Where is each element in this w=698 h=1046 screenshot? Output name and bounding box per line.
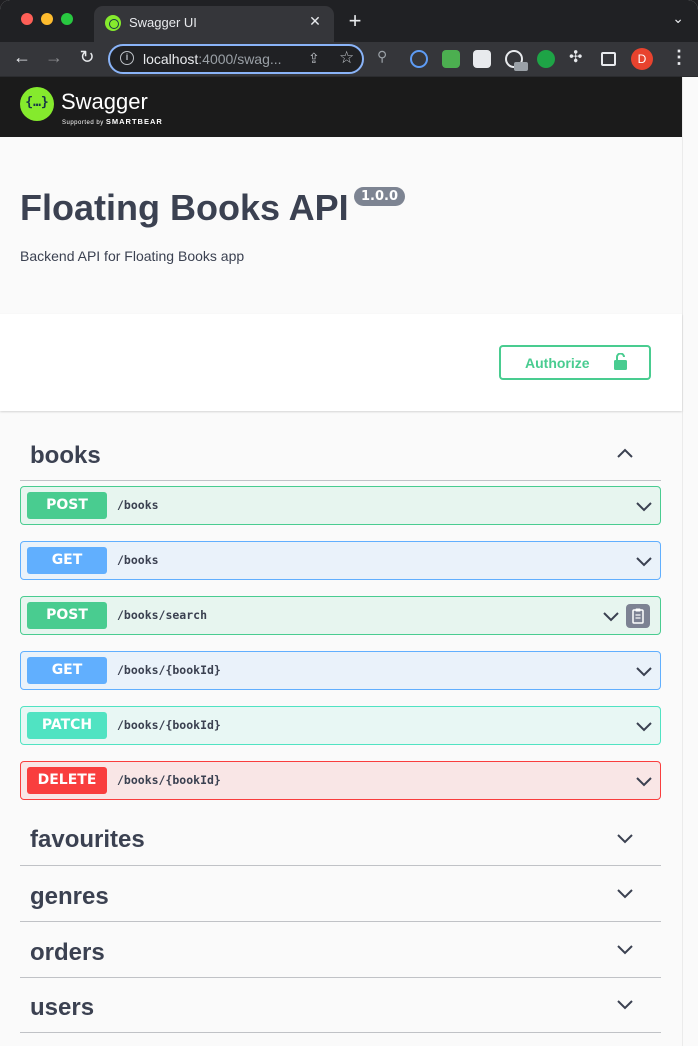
tag-name: users bbox=[30, 994, 95, 1021]
extensions-puzzle-icon[interactable]: ✣ bbox=[569, 47, 587, 66]
method-badge: PATCH bbox=[27, 712, 107, 739]
chevron-down-icon[interactable] bbox=[615, 828, 635, 848]
swagger-favicon-icon bbox=[105, 15, 121, 31]
chevron-down-icon[interactable] bbox=[615, 939, 635, 959]
operation-path: /books bbox=[117, 498, 159, 512]
method-badge: POST bbox=[27, 492, 107, 519]
method-badge: GET bbox=[27, 657, 107, 684]
extension-printer-icon[interactable] bbox=[442, 50, 460, 68]
chevron-down-icon[interactable] bbox=[635, 717, 653, 735]
tab-close-icon[interactable]: ✕ bbox=[306, 13, 324, 30]
tag-name: genres bbox=[30, 883, 109, 910]
minimize-window-button[interactable] bbox=[41, 13, 53, 25]
site-info-icon[interactable]: i bbox=[120, 51, 134, 65]
chevron-down-icon[interactable] bbox=[615, 883, 635, 903]
method-badge: POST bbox=[27, 602, 107, 629]
browser-menu-icon[interactable]: ⋮ bbox=[670, 47, 688, 68]
tag-books[interactable]: books bbox=[20, 434, 661, 481]
swagger-logo-icon[interactable]: {…} bbox=[20, 87, 54, 121]
side-panel-icon[interactable] bbox=[601, 52, 616, 66]
chevron-down-icon[interactable] bbox=[635, 662, 653, 680]
tab-strip: Swagger UI ✕ + ⌄ bbox=[0, 0, 698, 42]
authorize-button[interactable]: Authorize bbox=[499, 345, 651, 380]
method-badge: DELETE bbox=[27, 767, 107, 794]
close-window-button[interactable] bbox=[21, 13, 33, 25]
api-title: Floating Books API bbox=[20, 187, 349, 228]
operation-path: /books/{bookId} bbox=[117, 718, 221, 732]
back-arrow-icon[interactable]: ← bbox=[11, 47, 33, 68]
api-info: Floating Books API 1.0.0 Backend API for… bbox=[0, 137, 682, 314]
scrollbar-track[interactable] bbox=[682, 77, 698, 1046]
tag-orders[interactable]: orders bbox=[20, 922, 661, 978]
browser-tab[interactable]: Swagger UI ✕ bbox=[94, 6, 334, 42]
operation-get-books[interactable]: GET /books bbox=[20, 541, 661, 580]
chevron-up-icon[interactable] bbox=[615, 444, 635, 464]
extension-image-icon[interactable] bbox=[473, 50, 491, 68]
tab-title: Swagger UI bbox=[129, 15, 197, 30]
chevron-down-icon[interactable] bbox=[635, 772, 653, 790]
method-badge: GET bbox=[27, 547, 107, 574]
swagger-logo-text[interactable]: Swagger bbox=[61, 89, 148, 115]
tag-name: favourites bbox=[30, 826, 145, 853]
api-description: Backend API for Floating Books app bbox=[20, 248, 245, 264]
tag-name: books bbox=[30, 442, 101, 469]
browser-window: Swagger UI ✕ + ⌄ ← → ↻ i localhost:4000/… bbox=[0, 0, 698, 1046]
operation-post-books[interactable]: POST /books bbox=[20, 486, 661, 525]
bookmark-star-icon[interactable]: ☆ bbox=[339, 48, 354, 68]
tag-favourites[interactable]: favourites bbox=[20, 811, 661, 866]
extension-badge-icon bbox=[514, 62, 528, 71]
browser-toolbar: ← → ↻ i localhost:4000/swag... ⇪ ☆ ⚲ ✣ D… bbox=[0, 42, 698, 77]
extension-check-icon[interactable] bbox=[537, 50, 555, 68]
chevron-down-icon[interactable] bbox=[635, 497, 653, 515]
operation-path: /books bbox=[117, 553, 159, 567]
swagger-topbar: {…} Swagger Supported by SMARTBEAR bbox=[0, 77, 682, 137]
extension-circle-icon[interactable] bbox=[410, 50, 428, 68]
tag-users[interactable]: users bbox=[20, 978, 661, 1033]
share-icon[interactable]: ⇪ bbox=[308, 50, 320, 67]
authorize-label: Authorize bbox=[525, 355, 590, 371]
address-bar[interactable]: i localhost:4000/swag... ⇪ ☆ bbox=[108, 44, 364, 74]
chevron-down-icon[interactable] bbox=[635, 552, 653, 570]
new-tab-button[interactable]: + bbox=[344, 8, 366, 34]
operation-get-book-by-id[interactable]: GET /books/{bookId} bbox=[20, 651, 661, 690]
url-text[interactable]: localhost:4000/swag... bbox=[143, 51, 282, 67]
scheme-container: Authorize bbox=[0, 314, 682, 411]
supported-by-text: Supported by SMARTBEAR bbox=[62, 117, 163, 126]
profile-avatar[interactable]: D bbox=[631, 48, 653, 70]
tab-search-icon[interactable]: ⌄ bbox=[672, 10, 684, 27]
operation-post-books-search[interactable]: POST /books/search bbox=[20, 596, 661, 635]
version-badge: 1.0.0 bbox=[354, 187, 406, 206]
location-pin-icon[interactable]: ⚲ bbox=[377, 48, 395, 66]
reload-icon[interactable]: ↻ bbox=[76, 47, 98, 68]
chevron-down-icon[interactable] bbox=[615, 994, 635, 1014]
operation-path: /books/{bookId} bbox=[117, 663, 221, 677]
forward-arrow-icon[interactable]: → bbox=[43, 47, 65, 68]
tag-name: orders bbox=[30, 939, 105, 966]
tag-genres[interactable]: genres bbox=[20, 866, 661, 922]
operation-path: /books/search bbox=[117, 608, 208, 622]
operation-path: /books/{bookId} bbox=[117, 773, 221, 787]
clipboard-icon[interactable] bbox=[626, 604, 650, 628]
chevron-down-icon[interactable] bbox=[602, 607, 620, 625]
operation-patch-book-by-id[interactable]: PATCH /books/{bookId} bbox=[20, 706, 661, 745]
maximize-window-button[interactable] bbox=[61, 13, 73, 25]
unlocked-lock-icon bbox=[614, 353, 627, 370]
operation-delete-book-by-id[interactable]: DELETE /books/{bookId} bbox=[20, 761, 661, 800]
